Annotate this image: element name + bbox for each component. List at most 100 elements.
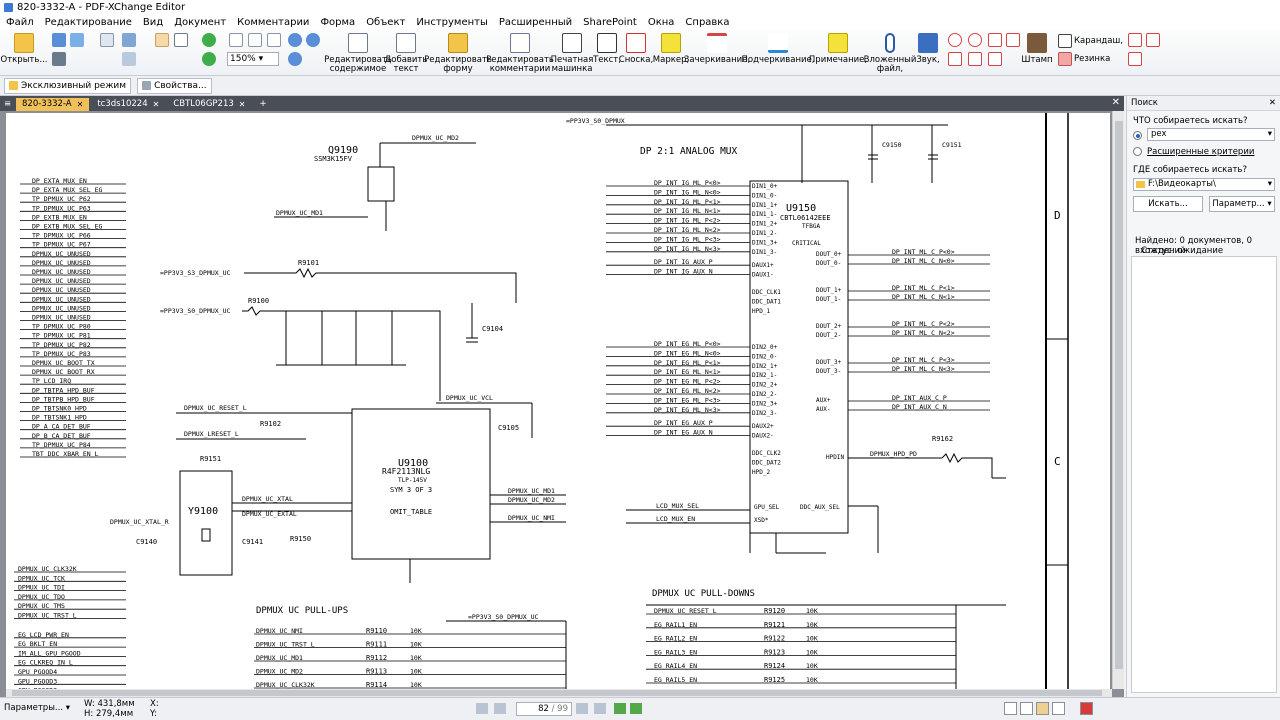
strikeout-button[interactable]: Зачеркивание,	[684, 30, 750, 65]
text-box-button[interactable]: Текст,	[593, 30, 621, 65]
menu-document[interactable]: Документ	[174, 17, 226, 28]
menu-windows[interactable]: Окна	[648, 17, 675, 28]
stamp-button[interactable]: Штамп	[1021, 30, 1053, 65]
tab-list-icon[interactable]: ≡	[2, 98, 14, 111]
close-document-icon[interactable]: ✕	[1112, 97, 1120, 108]
fit-page-icon[interactable]	[248, 33, 262, 47]
close-panel-icon[interactable]: ✕	[1269, 96, 1276, 111]
document-viewer[interactable]: D C =PP3V3_S0_DPMUX DP 2:1 ANALOG MUX U9…	[0, 111, 1124, 697]
menu-edit[interactable]: Редактирование	[45, 17, 132, 28]
pencil-icon[interactable]	[1058, 34, 1072, 48]
new-tab-button[interactable]: +	[253, 98, 272, 111]
exclusive-mode-button[interactable]: Эксклюзивный режим	[4, 77, 132, 94]
rotate-icon[interactable]	[202, 33, 216, 47]
single-page-view-icon[interactable]	[1004, 702, 1017, 715]
measure-icon[interactable]	[1128, 33, 1142, 47]
search-results-list[interactable]	[1131, 256, 1277, 693]
print-icon[interactable]	[52, 52, 66, 66]
eraser-label[interactable]: Резинка	[1074, 54, 1110, 64]
eraser-icon[interactable]	[1058, 52, 1072, 66]
pullup-value: 10K	[410, 681, 422, 689]
edit-comments-button[interactable]: Редактировать комментарии	[486, 30, 554, 74]
search-query-input[interactable]: pex ▾	[1147, 128, 1275, 141]
horizontal-scrollbar[interactable]	[6, 689, 1112, 697]
polygon-tool-icon[interactable]	[988, 33, 1002, 47]
search-location-select[interactable]: F:\Видеокарты\ ▾	[1133, 178, 1275, 191]
u9150-pin: DDC_DAT1	[752, 298, 781, 305]
underline-button[interactable]: Подчеркивание,	[742, 30, 815, 65]
pencil-label[interactable]: Карандаш,	[1074, 36, 1123, 46]
zoom-plus-icon[interactable]	[288, 52, 302, 66]
r9162-ref: R9162	[932, 435, 953, 443]
email-icon[interactable]	[70, 33, 84, 47]
pullup-ref: R9112	[366, 654, 387, 662]
arrow-tool-icon[interactable]	[948, 52, 962, 66]
facing-continuous-view-icon[interactable]	[1052, 702, 1065, 715]
line-tool-icon[interactable]	[948, 33, 962, 47]
tab-tc3ds10224[interactable]: tc3ds10224 ✕	[91, 98, 165, 111]
close-tab-icon[interactable]: ✕	[77, 98, 84, 111]
menu-help[interactable]: Справка	[685, 17, 729, 28]
menu-tools[interactable]: Инструменты	[416, 17, 488, 28]
highlight-button[interactable]: Маркер,	[653, 30, 689, 65]
edit-form-button[interactable]: Редактировать форму	[424, 30, 492, 74]
cloud-tool-icon[interactable]	[1006, 33, 1020, 47]
save-icon[interactable]	[52, 33, 66, 47]
simple-search-radio[interactable]	[1133, 131, 1142, 140]
callout-button[interactable]: Сноска,	[619, 30, 653, 65]
prev-page-icon[interactable]	[494, 703, 506, 714]
sound-button[interactable]: Звук,	[914, 30, 942, 65]
undo-icon[interactable]	[122, 33, 136, 47]
menu-advanced[interactable]: Расширенный	[499, 17, 572, 28]
pdf-icon[interactable]	[1080, 702, 1093, 715]
menu-object[interactable]: Объект	[366, 17, 405, 28]
area-measure-icon[interactable]	[1146, 33, 1160, 47]
properties-button[interactable]: Свойства...	[137, 77, 212, 94]
first-page-icon[interactable]	[476, 703, 488, 714]
perimeter-icon[interactable]	[1128, 52, 1142, 66]
menu-file[interactable]: Файл	[6, 17, 34, 28]
params-button[interactable]: Параметры... ▾	[4, 703, 70, 713]
rotate-back-icon[interactable]	[202, 52, 216, 66]
actual-size-icon[interactable]	[229, 33, 243, 47]
search-params-button[interactable]: Параметр... ▾	[1209, 196, 1275, 212]
page-number-input[interactable]: 82 / 99	[516, 702, 572, 716]
search-button[interactable]: Искать...	[1133, 196, 1203, 212]
dp-mux-title: DP 2:1 ANALOG MUX	[640, 146, 738, 157]
facing-view-icon[interactable]	[1036, 702, 1049, 715]
rectangle-tool-icon[interactable]	[968, 52, 982, 66]
advanced-search-radio[interactable]	[1133, 147, 1142, 156]
forward-icon[interactable]	[630, 703, 642, 714]
tab-cbtl06gp213[interactable]: CBTL06GP213 ✕	[167, 98, 251, 111]
advanced-criteria-link[interactable]: Расширенные критерии	[1147, 147, 1254, 157]
select-text-icon[interactable]	[174, 33, 188, 47]
tab-820-3332-a[interactable]: 820-3332-A ✕	[16, 98, 90, 111]
close-tab-icon[interactable]: ✕	[239, 98, 246, 111]
last-page-icon[interactable]	[594, 703, 606, 714]
zoom-in-icon[interactable]	[288, 33, 302, 47]
menu-comments[interactable]: Комментарии	[237, 17, 309, 28]
zoom-select[interactable]: 150% ▾	[227, 52, 279, 66]
vertical-scrollbar[interactable]	[1112, 111, 1124, 689]
open-button[interactable]: Открыть...	[1, 30, 47, 65]
menu-view[interactable]: Вид	[143, 17, 163, 28]
attachment-button[interactable]: Вложенный файл,	[864, 30, 916, 74]
continuous-view-icon[interactable]	[1020, 702, 1033, 715]
menu-sharepoint[interactable]: SharePoint	[583, 17, 637, 28]
back-icon[interactable]	[614, 703, 626, 714]
oval-tool-icon[interactable]	[968, 33, 982, 47]
redo-icon[interactable]	[122, 52, 136, 66]
add-text-button[interactable]: Добавить текст	[385, 30, 427, 74]
polyline-tool-icon[interactable]	[988, 52, 1002, 66]
close-tab-icon[interactable]: ✕	[153, 98, 160, 111]
scan-icon[interactable]	[100, 33, 114, 47]
edit-content-button[interactable]: Редактировать содержимое	[324, 30, 392, 74]
hand-tool-icon[interactable]	[155, 33, 169, 47]
zoom-out-icon[interactable]	[306, 33, 320, 47]
typewriter-button[interactable]: Печатная машинка	[551, 30, 593, 74]
next-page-icon[interactable]	[576, 703, 588, 714]
menu-form[interactable]: Форма	[320, 17, 355, 28]
note-button[interactable]: Примечание,	[809, 30, 867, 65]
fit-width-icon[interactable]	[267, 33, 281, 47]
net-label: DP_EXTB_MUX_SEL_EG	[32, 223, 103, 231]
